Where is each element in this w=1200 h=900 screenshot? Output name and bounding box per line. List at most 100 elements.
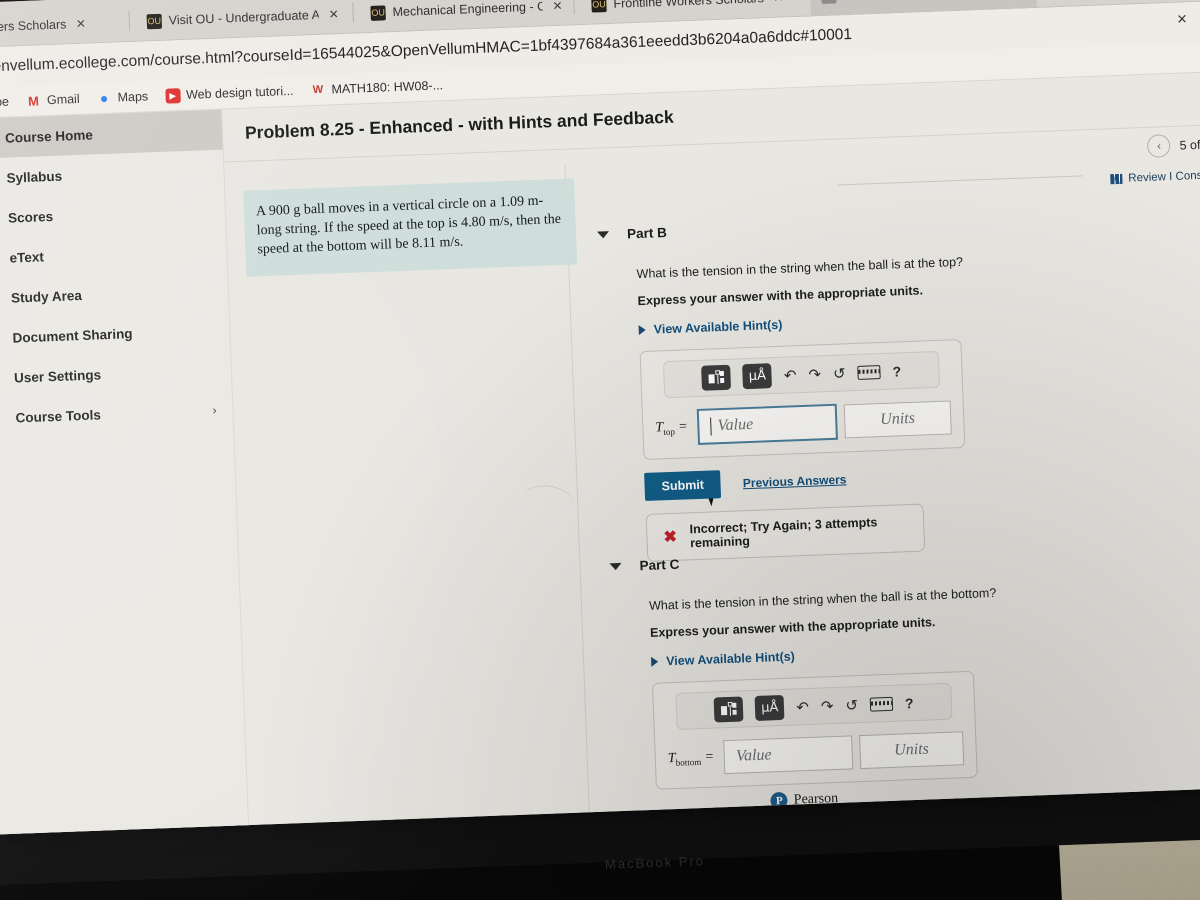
tab-title: Frontline Workers Scholarsh xyxy=(0,17,67,37)
page-body: Course Home Syllabus Scores eText Study … xyxy=(0,71,1200,836)
part-c-hint-link[interactable]: View Available Hint(s) xyxy=(650,635,1173,669)
bookmark-web-design[interactable]: ▶ Web design tutori... xyxy=(164,83,294,104)
maps-pin-icon: ● xyxy=(99,89,109,107)
units-icon[interactable]: μÅ xyxy=(754,694,785,721)
tab-close-icon[interactable]: ✕ xyxy=(328,7,339,21)
value-placeholder: Value xyxy=(735,746,772,765)
part-b-header[interactable]: Part B xyxy=(596,207,1157,243)
screen-smudge xyxy=(521,483,575,508)
ou-logo-icon: OU xyxy=(370,4,386,21)
tab-close-icon[interactable]: ✕ xyxy=(552,0,563,13)
bookmark-label: YouTube xyxy=(0,94,10,111)
units-icon[interactable]: μÅ xyxy=(742,363,773,390)
part-b-section: Part B What is the tension in the string… xyxy=(596,207,1169,564)
units-placeholder: Units xyxy=(879,409,916,429)
part-b-instruction: Express your answer with the appropriate… xyxy=(637,283,924,309)
value-placeholder: Value xyxy=(717,415,754,435)
redo-icon[interactable]: ↷ xyxy=(821,697,834,715)
part-c-body: What is the tension in the string when t… xyxy=(649,579,1179,813)
redo-icon[interactable]: ↷ xyxy=(808,365,821,383)
previous-answers-link[interactable]: Previous Answers xyxy=(743,472,847,490)
part-c-section: Part C What is the tension in the string… xyxy=(609,538,1178,815)
part-c-question: What is the tension in the string when t… xyxy=(648,585,997,613)
keyboard-icon[interactable] xyxy=(869,696,894,712)
collapse-caret-icon[interactable] xyxy=(609,562,622,571)
tab-title: Visit OU - Undergraduate A xyxy=(168,7,319,28)
part-c-value-input[interactable]: Value xyxy=(723,735,854,775)
sidebar-item-label: Document Sharing xyxy=(12,325,133,346)
template-icon[interactable] xyxy=(701,364,732,391)
error-x-icon: ✖ xyxy=(663,528,678,547)
assignment-content: Problem 8.25 - Enhanced - with Hints and… xyxy=(222,72,1200,832)
section-divider xyxy=(837,175,1083,186)
review-constants-link[interactable]: Review I Constants xyxy=(1110,169,1200,185)
sidebar-item-label: Course Home xyxy=(4,126,94,146)
tab-title: Course Home xyxy=(843,0,993,2)
part-b-field-row: Ttop = Value Units xyxy=(655,399,952,446)
part-b-answer-toolbar: μÅ ↶ ↷ ↺ ? xyxy=(662,350,941,399)
bookmark-math180[interactable]: W MATH180: HW08-... xyxy=(310,78,444,98)
ou-logo-icon: OU xyxy=(591,0,607,13)
part-b-answer-card: μÅ ↶ ↷ ↺ ? Ttop = Value Units xyxy=(639,338,966,460)
expand-caret-icon xyxy=(638,324,646,336)
reset-icon[interactable]: ↺ xyxy=(845,696,858,714)
chevron-right-icon: › xyxy=(212,402,217,418)
tab-close-icon[interactable]: ✕ xyxy=(773,0,784,5)
undo-icon[interactable]: ↶ xyxy=(796,697,809,715)
problem-statement: A 900 g ball moves in a vertical circle … xyxy=(243,178,578,277)
part-c-units-input[interactable]: Units xyxy=(858,731,965,770)
youtube-icon: ▶ xyxy=(164,87,181,104)
help-icon[interactable]: ? xyxy=(892,363,901,379)
undo-icon[interactable]: ↶ xyxy=(784,366,797,384)
prev-problem-button[interactable]: ‹ xyxy=(1147,134,1171,158)
text-caret xyxy=(710,417,712,436)
problem-pagination: ‹ 5 of 5 › xyxy=(1147,132,1200,158)
help-icon[interactable]: ? xyxy=(905,695,914,711)
part-b-question: What is the tension in the string when t… xyxy=(636,254,964,282)
laptop-screen: OU Frontline Workers Scholarsh ✕ OU Visi… xyxy=(0,0,1200,836)
bookmark-gmail[interactable]: M Gmail xyxy=(26,91,80,108)
part-b-field-label: Ttop = xyxy=(655,418,688,437)
part-c-field-label: Tbottom = xyxy=(667,749,715,768)
bookmark-label: Maps xyxy=(117,89,149,105)
part-b-value-input[interactable]: Value xyxy=(696,403,838,445)
submit-button[interactable]: Submit xyxy=(644,470,722,501)
pagination-label: 5 of 5 xyxy=(1179,137,1200,153)
tab-title: Mechanical Engineering - C xyxy=(392,0,543,20)
document-icon: ☰ xyxy=(821,0,837,4)
sidebar-item-label: Scores xyxy=(7,208,54,226)
hint-label: View Available Hint(s) xyxy=(665,649,796,669)
keyboard-icon[interactable] xyxy=(857,364,881,380)
bookmark-label: Gmail xyxy=(46,91,80,108)
bookmark-label: Web design tutori... xyxy=(185,83,294,102)
units-placeholder: Units xyxy=(893,740,930,759)
bookmark-maps[interactable]: ● Maps xyxy=(96,89,149,107)
part-c-title: Part C xyxy=(639,556,680,574)
part-b-hint-link[interactable]: View Available Hint(s) xyxy=(638,304,1160,338)
problem-statement-column: A 900 g ball moves in a vertical circle … xyxy=(234,164,591,831)
tab-close-icon[interactable]: ✕ xyxy=(76,17,87,31)
part-c-answer-toolbar: μÅ ↶ ↷ ↺ ? xyxy=(675,682,953,730)
ou-logo-icon: OU xyxy=(146,13,163,29)
sidebar-item-label: User Settings xyxy=(13,366,102,386)
reset-icon[interactable]: ↺ xyxy=(833,364,846,382)
course-sidebar: Course Home Syllabus Scores eText Study … xyxy=(0,109,250,836)
sidebar-item-label: Course Tools xyxy=(15,406,102,426)
part-c-instruction: Express your answer with the appropriate… xyxy=(649,615,936,640)
part-b-body: What is the tension in the string when t… xyxy=(636,248,1169,562)
feedback-message: Incorrect; Try Again; 3 attempts remaini… xyxy=(689,515,878,551)
book-icon xyxy=(1110,173,1123,185)
expand-caret-icon xyxy=(650,656,659,667)
tab-title: Frontline Workers Scholarsh xyxy=(613,0,764,11)
wa-icon: W xyxy=(312,83,324,97)
bookmark-label: MATH180: HW08-... xyxy=(331,78,444,97)
sidebar-item-course-tools[interactable]: Course Tools › xyxy=(0,389,233,439)
part-b-units-input[interactable]: Units xyxy=(843,400,952,439)
collapse-caret-icon[interactable] xyxy=(596,231,610,239)
parts-column: ‹ 5 of 5 › Review I Constants Part B xyxy=(576,125,1200,817)
part-c-field-row: Tbottom = Value Units xyxy=(667,731,965,776)
bookmark-youtube[interactable]: ▶ YouTube xyxy=(0,94,9,112)
part-b-actions: Submit Previous Answers xyxy=(644,453,1167,501)
template-icon[interactable] xyxy=(713,696,744,723)
window-close-icon[interactable]: ✕ xyxy=(1176,11,1187,27)
